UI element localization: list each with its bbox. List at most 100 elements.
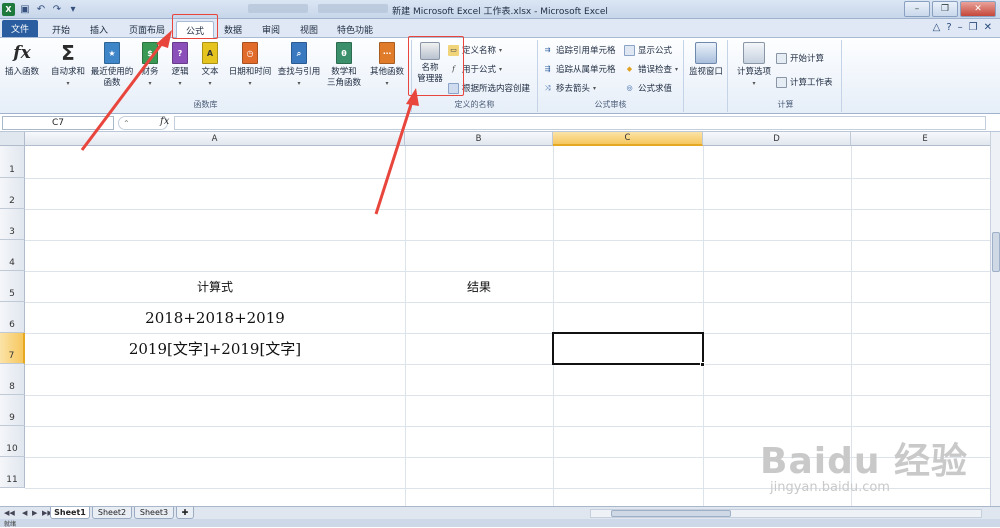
cell-b5[interactable]: 结果 [405,271,553,302]
trace-precedents-icon: ⇉ [544,46,551,54]
help-icon[interactable]: ? [946,22,951,33]
calculation-options-button[interactable]: 计算选项 ▾ [732,42,776,89]
more-functions-button[interactable]: ⋯ 其他函数 ▾ [366,42,408,89]
close-button[interactable]: ✕ [960,1,996,17]
finance-button[interactable]: $ 财务 ▾ [136,42,164,89]
dropdown-caret-icon: ▾ [385,80,389,87]
column-header-b[interactable]: B [405,132,553,146]
vertical-scroll-thumb[interactable] [992,232,1000,272]
insert-function-button[interactable]: fx 插入函数 [2,42,42,78]
remove-arrows-icon: ⤨ [544,83,551,92]
row-header[interactable]: 8 [0,364,25,395]
math-label-1: 数学和 [331,67,357,77]
new-sheet-button[interactable]: ✚ [176,507,194,519]
sigma-icon: Σ [61,40,75,65]
remove-arrows-button[interactable]: ⤨ 移去箭头 ▾ [542,82,596,95]
more-book-icon: ⋯ [379,42,395,64]
name-box[interactable]: C7 [2,116,114,130]
sheet-tab-sheet1[interactable]: Sheet1 [50,507,90,519]
minimize-ribbon-icon[interactable]: △ [933,22,941,33]
row-header[interactable]: 10 [0,426,25,457]
tab-review[interactable]: 审阅 [256,21,286,38]
row-header[interactable]: 9 [0,395,25,426]
fx-icon[interactable]: fx [160,116,169,127]
text-button[interactable]: A 文本 ▾ [196,42,224,89]
cell-a7[interactable]: 2019[文字]+2019[文字] [25,333,405,364]
column-header-d[interactable]: D [703,132,851,146]
tab-view[interactable]: 视图 [294,21,324,38]
lookup-reference-button[interactable]: ⌕ 查找与引用 ▾ [274,42,324,89]
trace-precedents-button[interactable]: ⇉ 追踪引用单元格 [542,44,616,56]
row-header[interactable]: 11 [0,457,25,488]
tab-home[interactable]: 开始 [46,21,76,38]
datetime-button[interactable]: ◷ 日期和时间 ▾ [226,42,274,89]
row-header[interactable]: 6 [0,302,25,333]
text-book-icon: A [202,42,218,64]
horizontal-scrollbar[interactable] [590,509,982,518]
row-header[interactable]: 7 [0,333,25,364]
workbook-close-icon[interactable]: ✕ [984,22,992,33]
star-book-icon: ★ [104,42,120,64]
dropdown-caret-icon: ▾ [66,80,70,87]
workbook-minimize-icon[interactable]: – [958,22,963,33]
fx-icon: fx [13,42,31,63]
calculate-sheet-button[interactable]: 计算工作表 [776,76,833,88]
active-cell-c7[interactable] [552,332,704,365]
trace-dependents-button[interactable]: ⇶ 追踪从属单元格 [542,63,616,75]
column-header-a[interactable]: A [25,132,405,146]
workbook-restore-icon[interactable]: ❐ [969,22,978,33]
gridline [25,395,990,396]
watch-window-button[interactable]: 监视窗口 [686,42,726,78]
remove-arrows-label: 移去箭头 [556,84,591,94]
watch-window-label: 监视窗口 [688,67,723,77]
warning-icon: ◆ [626,65,633,73]
recent-functions-button[interactable]: ★ 最近使用的 函数 [88,42,136,89]
tab-special-features[interactable]: 特色功能 [332,21,378,38]
select-all-corner[interactable] [0,132,25,146]
expand-icon[interactable]: ⌃ [123,119,130,128]
calculate-now-button[interactable]: 开始计算 [776,52,824,64]
trace-dependents-label: 追踪从属单元格 [556,65,616,75]
logic-button[interactable]: ? 逻辑 ▾ [166,42,194,89]
error-checking-button[interactable]: ◆ 错误检查 ▾ [624,63,678,75]
row-header[interactable]: 5 [0,271,25,302]
next-sheet-icon[interactable]: ▶ [32,509,37,517]
fill-handle[interactable] [700,362,705,367]
spreadsheet-grid: A B C D E 1 2 3 4 5 6 7 8 9 10 11 计算式 结果… [0,132,990,506]
clock-book-icon: ◷ [242,42,258,64]
row-header[interactable]: 3 [0,209,25,240]
column-header-e[interactable]: E [851,132,990,146]
prev-sheet-icon[interactable]: ◀ [22,509,27,517]
horizontal-scroll-thumb[interactable] [611,510,731,517]
row-header[interactable]: 2 [0,178,25,209]
cell-a5[interactable]: 计算式 [25,271,405,302]
column-header-c[interactable]: C [553,132,703,146]
tab-insert[interactable]: 插入 [82,21,116,38]
tab-page-layout[interactable]: 页面布局 [124,21,170,38]
first-sheet-icon[interactable]: ◀◀ [4,509,15,517]
vertical-scrollbar[interactable] [990,132,1000,506]
row-header[interactable]: 4 [0,240,25,271]
ribbon-help-controls: △ ? – ❐ ✕ [933,22,992,33]
cell-a6[interactable]: 2018+2018+2019 [25,302,405,333]
show-formulas-button[interactable]: 显示公式 [624,44,672,56]
autosum-button[interactable]: Σ 自动求和 ▾ [46,42,90,89]
watermark-url: jingyan.baidu.com [770,480,890,495]
sheet-tab-sheet3[interactable]: Sheet3 [134,507,174,519]
status-bar: 就绪 [0,519,1000,528]
tab-data[interactable]: 数据 [218,21,248,38]
formula-input[interactable] [174,116,986,130]
restore-button[interactable]: ❐ [932,1,958,17]
dropdown-caret-icon: ▾ [248,80,252,87]
row-header[interactable]: 1 [0,146,25,178]
gridline [553,146,554,506]
sheet-tab-sheet2[interactable]: Sheet2 [92,507,132,519]
gridline [703,146,704,506]
error-checking-label: 错误检查 [638,65,673,75]
evaluate-formula-button[interactable]: ◎ 公式求值 [624,82,672,94]
minimize-button[interactable]: – [904,1,930,17]
math-trig-button[interactable]: θ 数学和 三角函数 [324,42,364,89]
tab-file[interactable]: 文件 [2,20,38,37]
recent-label-2: 函数 [103,78,121,88]
logic-label: 逻辑 [171,67,189,77]
